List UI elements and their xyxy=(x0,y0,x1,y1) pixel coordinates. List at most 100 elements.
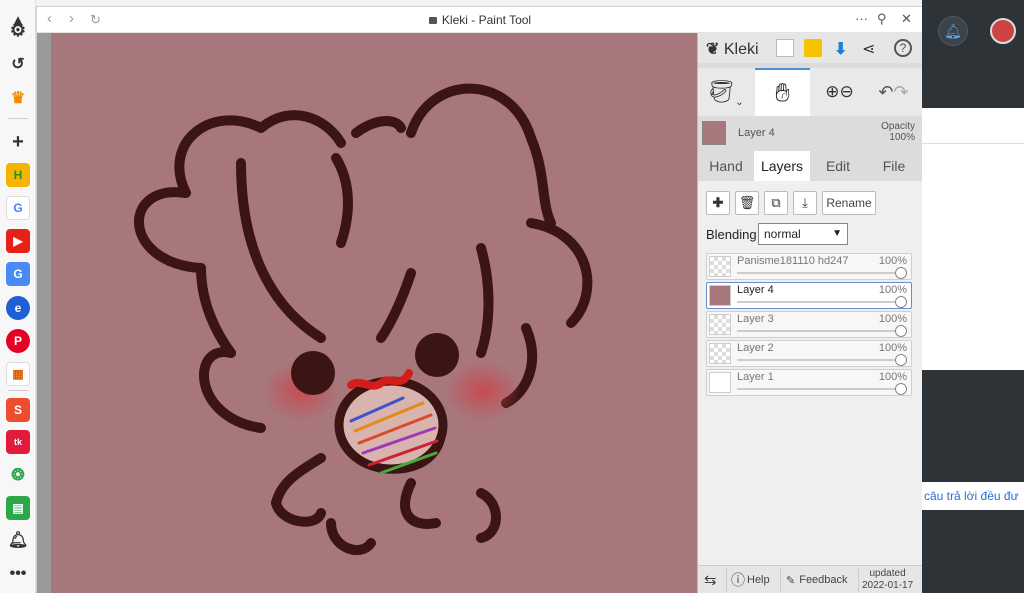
add-layer-button[interactable]: ✚ xyxy=(706,191,730,215)
blending-value: normal xyxy=(764,227,801,241)
shopee-icon[interactable]: S xyxy=(6,398,30,422)
panel-tabs: Hand Layers Edit File xyxy=(698,151,923,181)
hand-tool-icon[interactable]: ✋︎ xyxy=(755,68,810,116)
youtube-icon[interactable]: ▶ xyxy=(6,229,30,253)
layer-row[interactable]: Layer 2 100% xyxy=(706,340,912,367)
swap-side-icon[interactable]: ⇆ xyxy=(704,566,717,593)
tiki-icon[interactable]: tk xyxy=(6,430,30,454)
layer-row[interactable]: Panisme181110 hd247 100% xyxy=(706,253,912,280)
layer-opacity-track[interactable] xyxy=(737,301,901,303)
browser-window: ‹ › ↻ Kleki - Paint Tool ··· ⚲ ✕ ❦ Kleki… xyxy=(36,6,923,593)
pinterest-icon[interactable]: P xyxy=(6,329,30,353)
close-icon[interactable]: ✕ xyxy=(901,11,912,27)
duplicate-layer-button[interactable]: ⧉ xyxy=(764,191,788,215)
layer-name: Layer 2 xyxy=(737,342,774,354)
current-layer-name: Layer 4 xyxy=(738,127,775,139)
current-layer-thumbnail xyxy=(702,121,726,145)
dock-divider xyxy=(8,390,28,391)
share-icon[interactable]: ⋖ xyxy=(862,39,880,58)
panel-footer: ⇆ ⓘ Help ✎ Feedback updated 2022-01-17 xyxy=(698,565,923,593)
kleki-logo[interactable]: ❦ Kleki xyxy=(706,39,759,59)
kleki-topbar: ❦ Kleki ⬇ ⋖ ? xyxy=(698,33,923,63)
fill-bucket-tool-icon[interactable]: 🪣︎ ⌄ xyxy=(698,68,753,116)
tab-layers[interactable]: Layers xyxy=(754,151,810,181)
layer-row[interactable]: Layer 4 100% xyxy=(706,282,912,309)
layer-opacity: 100% xyxy=(878,342,907,354)
blending-label: Blending xyxy=(706,227,757,242)
h-app-icon[interactable]: H xyxy=(6,163,30,187)
window-title: Kleki - Paint Tool xyxy=(37,13,923,27)
download-icon[interactable]: ⬇ xyxy=(834,39,852,58)
browser-sidebar: ▴ ⚙ ↺ ♛ + H G ▶ G e P ▦ S tk ❂ ▤ 🔔︎ ••• xyxy=(0,0,36,593)
history-icon[interactable]: ↺ xyxy=(6,52,30,76)
layer-opacity-track[interactable] xyxy=(737,330,901,332)
drawing-canvas[interactable] xyxy=(51,33,697,593)
current-layer-header: Layer 4 Opacity 100% xyxy=(698,117,923,151)
help-circle-icon[interactable]: ? xyxy=(894,39,912,57)
layer-opacity-slider-knob[interactable] xyxy=(895,383,907,395)
undo-redo-icon[interactable]: ↶ ↷ xyxy=(866,68,921,116)
more-dots-icon[interactable]: ••• xyxy=(6,562,30,586)
open-folder-icon[interactable] xyxy=(804,39,822,57)
layer-opacity: 100% xyxy=(878,284,907,296)
opacity-value: 100% xyxy=(889,132,915,143)
window-titlebar: ‹ › ↻ Kleki - Paint Tool ··· ⚲ ✕ xyxy=(37,7,923,33)
layer-opacity-slider-knob[interactable] xyxy=(895,325,907,337)
layer-opacity-track[interactable] xyxy=(737,272,901,274)
tool-row: 🪣︎ ⌄ ✋︎ ⊕⊖ ↶ ↷ xyxy=(698,68,923,116)
layer-row[interactable]: Layer 3 100% xyxy=(706,311,912,338)
window-title-text: Kleki - Paint Tool xyxy=(441,13,532,27)
blending-select[interactable]: normal ▼ xyxy=(758,223,848,245)
new-file-icon[interactable] xyxy=(776,39,794,57)
layer-row[interactable]: Layer 1 100% xyxy=(706,369,912,396)
tab-hand[interactable]: Hand xyxy=(698,151,754,181)
tab-file[interactable]: File xyxy=(866,151,922,181)
feedback-button[interactable]: ✎ Feedback xyxy=(786,566,848,593)
chevron-down-icon: ▼ xyxy=(832,228,842,239)
footer-divider xyxy=(780,568,781,592)
updated-info[interactable]: updated 2022-01-17 xyxy=(862,566,913,593)
dock-divider xyxy=(8,118,28,119)
layer-opacity-slider-knob[interactable] xyxy=(895,354,907,366)
avatar[interactable] xyxy=(990,18,1016,44)
lock-icon xyxy=(428,17,437,24)
merge-down-button[interactable]: ⤓ xyxy=(793,191,817,215)
canvas-area xyxy=(37,33,697,593)
layer-thumbnail xyxy=(709,372,731,393)
delete-layer-button[interactable]: 🗑︎ xyxy=(735,191,759,215)
notification-bell-icon[interactable]: 🔔︎ xyxy=(6,528,30,552)
layer-opacity-slider-knob[interactable] xyxy=(895,296,907,308)
zoom-in-out-icon[interactable]: ⊕⊖ xyxy=(812,68,867,116)
sheets-icon[interactable]: ▤ xyxy=(6,496,30,520)
tab-edit[interactable]: Edit xyxy=(810,151,866,181)
kleki-panel: ❦ Kleki ⬇ ⋖ ? 🪣︎ ⌄ ✋︎ ⊕⊖ ↶ ↷ Layer 4 Opaci… xyxy=(697,33,923,593)
layer-thumbnail xyxy=(709,285,731,306)
feedback-label: Feedback xyxy=(799,574,848,586)
help-icon: ⓘ xyxy=(731,572,745,588)
browser-app-icon[interactable]: e xyxy=(6,296,30,320)
translate-icon[interactable]: G xyxy=(6,262,30,286)
background-header xyxy=(922,0,1024,108)
shop-icon[interactable]: ▦ xyxy=(6,362,30,386)
layer-name: Layer 1 xyxy=(737,371,774,383)
updated-date: 2022-01-17 xyxy=(862,580,914,591)
notification-bell-icon[interactable]: 🔔︎ xyxy=(938,16,968,46)
google-icon[interactable]: G xyxy=(6,196,30,220)
layer-opacity: 100% xyxy=(878,313,907,325)
help-label: Help xyxy=(747,574,770,586)
kleki-brand-text: Kleki xyxy=(723,41,759,58)
rename-layer-button[interactable]: Rename xyxy=(822,191,876,215)
more-icon[interactable]: ··· xyxy=(855,11,868,26)
help-button[interactable]: ⓘ Help xyxy=(731,566,770,593)
layer-opacity: 100% xyxy=(878,255,907,267)
chat-icon[interactable]: ❂ xyxy=(6,463,30,487)
layer-opacity-track[interactable] xyxy=(737,359,901,361)
pin-icon[interactable]: ⚲ xyxy=(877,11,887,27)
layer-opacity: 100% xyxy=(878,371,907,383)
add-icon[interactable]: + xyxy=(6,130,30,154)
crown-icon[interactable]: ♛ xyxy=(6,86,30,110)
settings-gear-icon[interactable]: ⚙ xyxy=(6,18,30,42)
current-layer-opacity: Opacity 100% xyxy=(881,121,915,143)
layer-opacity-track[interactable] xyxy=(737,388,901,390)
layer-opacity-slider-knob[interactable] xyxy=(895,267,907,279)
